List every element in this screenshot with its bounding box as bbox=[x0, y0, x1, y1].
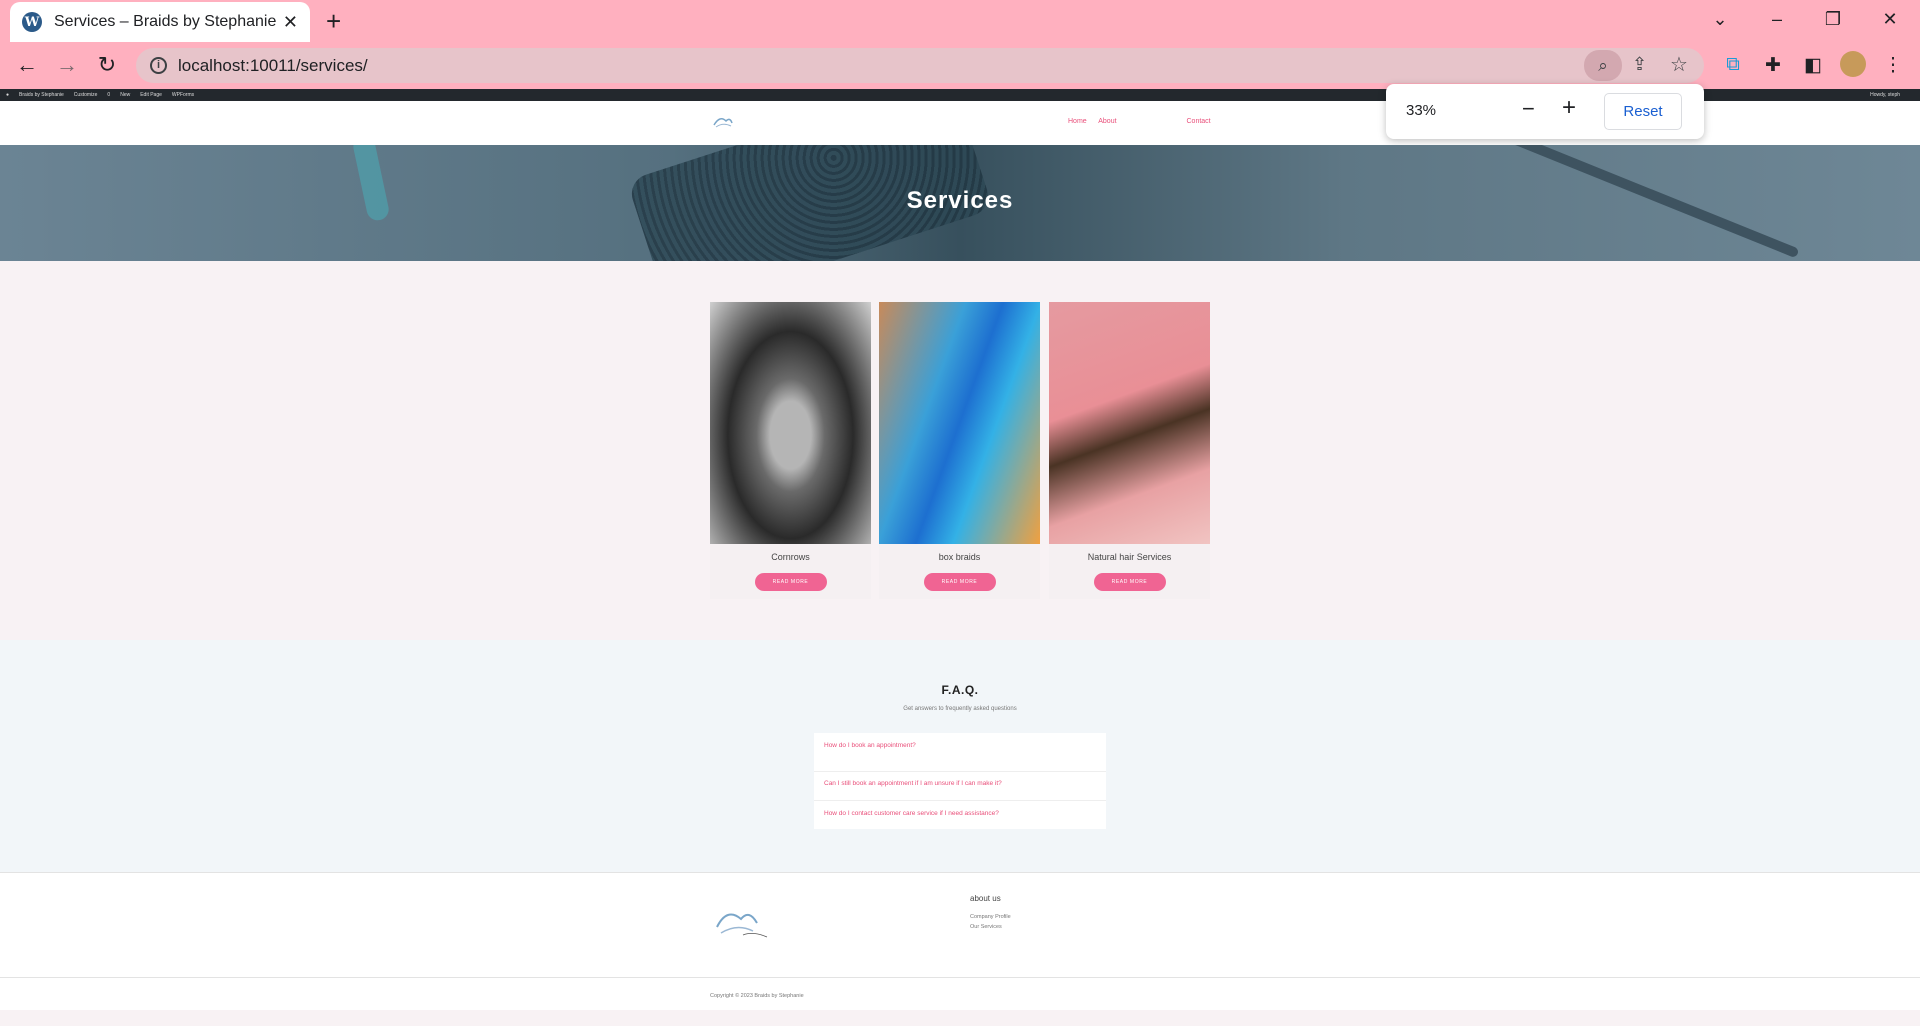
close-tab-icon[interactable]: ✕ bbox=[283, 12, 298, 33]
admin-bar-greeting[interactable]: Howdy, steph bbox=[1870, 92, 1900, 98]
service-photo[interactable] bbox=[710, 302, 871, 544]
tab-title: Services – Braids by Stephanie bbox=[54, 13, 277, 30]
footer-link-our-services[interactable]: Our Services bbox=[970, 924, 1002, 930]
faq-subtitle: Get answers to frequently asked question… bbox=[903, 706, 1017, 712]
profile-avatar[interactable] bbox=[1840, 51, 1866, 77]
service-photo[interactable] bbox=[1049, 302, 1210, 544]
zoom-level: 33% bbox=[1406, 102, 1437, 119]
copyright-text: Copyright © 2023 Braids by Stephanie bbox=[710, 993, 804, 999]
service-card-box-braids: box braids READ MORE bbox=[879, 302, 1040, 599]
forward-icon[interactable]: → bbox=[52, 50, 82, 80]
tab-search-chevron-icon[interactable]: ⌄ bbox=[1700, 4, 1740, 34]
restore-icon[interactable]: ❐ bbox=[1813, 4, 1853, 34]
browser-toolbar: ← → ↻ i localhost:10011/services/ ⌕ ⇪ ☆ … bbox=[0, 42, 1920, 89]
faq-question[interactable]: How do I book an appointment? bbox=[824, 742, 916, 749]
close-window-icon[interactable]: ✕ bbox=[1870, 4, 1910, 34]
nav-home[interactable]: Home bbox=[1068, 118, 1087, 125]
site-logo[interactable] bbox=[712, 113, 734, 129]
zoom-in-icon[interactable]: + bbox=[1562, 94, 1576, 122]
admin-bar-site[interactable]: Braids by Stephanie bbox=[19, 92, 64, 98]
faq-question[interactable]: Can I still book an appointment if I am … bbox=[824, 780, 1002, 787]
reload-icon[interactable]: ↻ bbox=[92, 50, 122, 80]
read-more-button[interactable]: READ MORE bbox=[1093, 573, 1166, 591]
service-name: Cornrows bbox=[771, 552, 810, 562]
bookmark-star-icon[interactable]: ☆ bbox=[1670, 52, 1688, 77]
zoom-out-icon[interactable]: − bbox=[1522, 96, 1535, 122]
read-more-button[interactable]: READ MORE bbox=[754, 573, 827, 591]
zoom-reset-button[interactable]: Reset bbox=[1604, 93, 1682, 130]
wordpress-icon: W bbox=[22, 12, 42, 32]
nav-about[interactable]: About bbox=[1098, 118, 1116, 125]
service-name: box braids bbox=[938, 552, 981, 562]
browser-tabbar: W Services – Braids by Stephanie ✕ + ⌄ –… bbox=[0, 0, 1920, 42]
admin-bar-customize[interactable]: Customize bbox=[74, 92, 98, 98]
admin-bar-new[interactable]: New bbox=[120, 92, 130, 98]
site-footer: about us Company Profile Our Services bbox=[0, 872, 1920, 977]
address-bar[interactable]: i localhost:10011/services/ ⌕ ⇪ ☆ bbox=[136, 48, 1704, 83]
nav-contact[interactable]: Contact bbox=[1187, 118, 1211, 125]
faq-divider bbox=[814, 800, 1106, 801]
service-card-cornrows: Cornrows READ MORE bbox=[710, 302, 871, 599]
read-more-button[interactable]: READ MORE bbox=[923, 573, 996, 591]
zoom-popup: 33% − + Reset bbox=[1386, 84, 1704, 139]
share-icon[interactable]: ⇪ bbox=[1632, 54, 1647, 75]
admin-bar-comments[interactable]: 0 bbox=[107, 92, 110, 98]
faq-divider bbox=[814, 771, 1106, 772]
service-name: Natural hair Services bbox=[1087, 552, 1172, 562]
url-text[interactable]: localhost:10011/services/ bbox=[178, 56, 368, 76]
back-icon[interactable]: ← bbox=[12, 50, 42, 80]
service-card-natural-hair: Natural hair Services READ MORE bbox=[1049, 302, 1210, 599]
faq-question[interactable]: How do I contact customer care service i… bbox=[824, 810, 999, 817]
new-tab-icon[interactable]: + bbox=[326, 6, 341, 37]
service-photo[interactable] bbox=[879, 302, 1040, 544]
page-bottom bbox=[0, 1010, 1920, 1026]
site-info-icon[interactable]: i bbox=[150, 57, 167, 74]
copyright-bar: Copyright © 2023 Braids by Stephanie bbox=[0, 977, 1920, 1010]
services-section: Cornrows READ MORE box braids READ MORE … bbox=[0, 261, 1920, 640]
faq-accordion: How do I book an appointment? Can I stil… bbox=[814, 733, 1106, 829]
hero-banner: Services bbox=[0, 145, 1920, 261]
admin-bar-edit-page[interactable]: Edit Page bbox=[140, 92, 162, 98]
zoom-icon[interactable]: ⌕ bbox=[1584, 50, 1622, 81]
browser-tab[interactable]: W Services – Braids by Stephanie ✕ bbox=[10, 2, 310, 42]
footer-link-company-profile[interactable]: Company Profile bbox=[970, 914, 1011, 920]
footer-heading: about us bbox=[970, 894, 1001, 903]
faq-title: F.A.Q. bbox=[941, 683, 979, 697]
extension-icon[interactable]: ⧉ bbox=[1720, 54, 1746, 76]
menu-kebab-icon[interactable]: ⋮ bbox=[1880, 54, 1906, 77]
faq-section: F.A.Q. Get answers to frequently asked q… bbox=[0, 640, 1920, 872]
admin-bar-wpforms[interactable]: WPForms bbox=[172, 92, 194, 98]
minimize-icon[interactable]: – bbox=[1757, 4, 1797, 34]
site-nav: Home About Contact bbox=[1068, 118, 1221, 125]
page-title: Services bbox=[906, 187, 1014, 214]
footer-logo[interactable] bbox=[713, 901, 771, 943]
side-panel-icon[interactable]: ◧ bbox=[1800, 54, 1826, 77]
extensions-puzzle-icon[interactable]: ✚ bbox=[1760, 54, 1786, 77]
wp-logo-icon[interactable]: ● bbox=[6, 92, 9, 98]
